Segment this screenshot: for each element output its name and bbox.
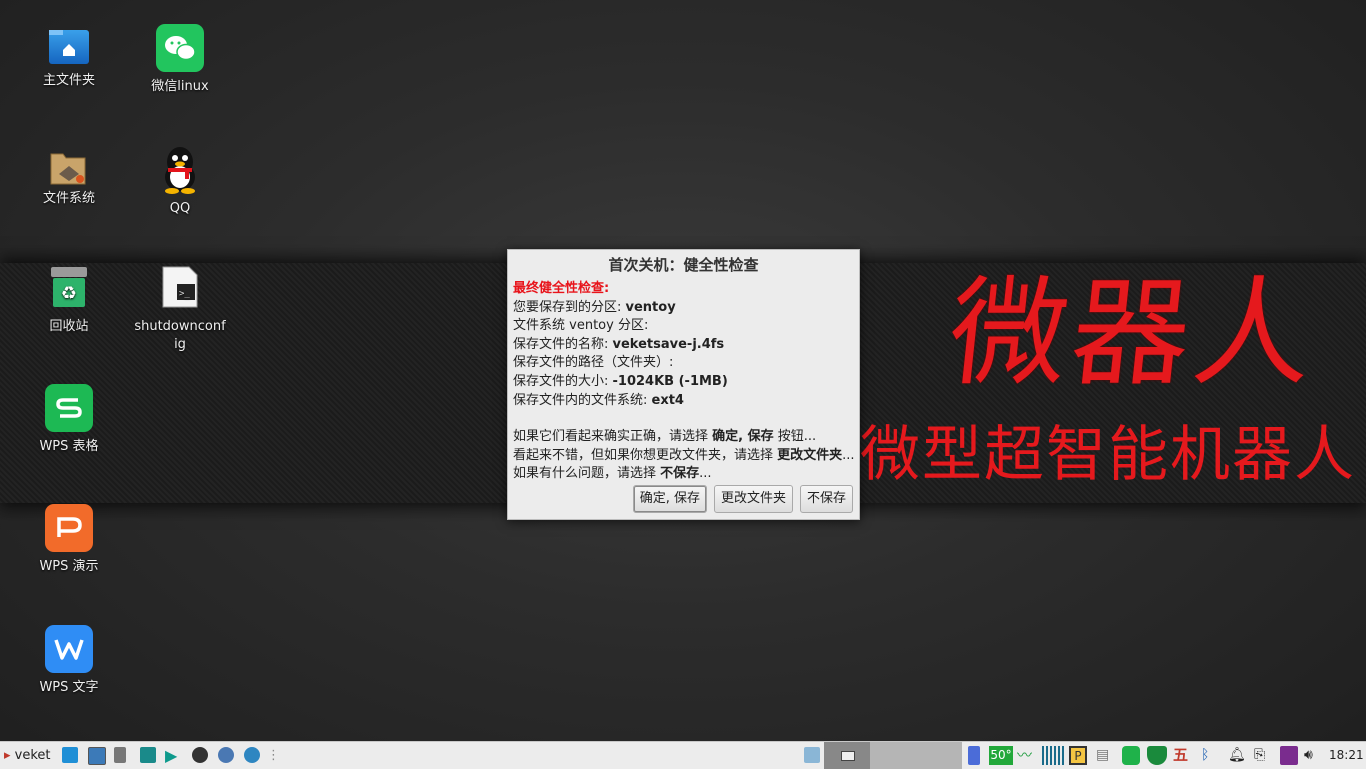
- screenshot-icon[interactable]: [1280, 746, 1298, 765]
- svg-text:♻: ♻: [61, 283, 77, 304]
- hammer-icon[interactable]: [114, 747, 126, 763]
- desktop-icon-wechat[interactable]: 微信linux: [130, 24, 230, 96]
- bluetooth-icon[interactable]: ᛒ: [1201, 746, 1219, 765]
- volume-icon[interactable]: 🔊︎: [1304, 746, 1322, 765]
- home-folder-icon: [49, 30, 89, 64]
- printer-icon[interactable]: ▤: [1096, 746, 1116, 765]
- wallpaper-subtitle: 微型超智能机器人: [860, 420, 1356, 490]
- script-file-icon: >_: [161, 266, 199, 308]
- partition-value: ventoy: [625, 299, 676, 315]
- wallpaper-title: 微器人: [942, 264, 1324, 402]
- menu-arrow-icon: ▸: [4, 748, 11, 763]
- wps-spreadsheet-icon: [45, 384, 93, 432]
- trash-icon: ♻: [50, 266, 88, 308]
- clipboard-icon[interactable]: P: [1069, 746, 1087, 765]
- desktop-pager-2[interactable]: [870, 742, 916, 769]
- clock[interactable]: 18:21: [1329, 745, 1364, 766]
- inner-fs-value: ext4: [651, 392, 684, 408]
- ok-save-button[interactable]: 确定, 保存: [632, 485, 707, 513]
- network-status-icon[interactable]: [804, 747, 820, 763]
- desktop-icon-shutdownconfig[interactable]: >_ shutdownconfig: [130, 266, 230, 354]
- start-menu-label: veket: [14, 748, 51, 763]
- file-manager-icon[interactable]: [140, 747, 156, 763]
- shield-icon[interactable]: [1147, 746, 1167, 765]
- no-save-button[interactable]: 不保存: [799, 485, 853, 513]
- dialog-body: 最终健全性检查: 您要保存到的分区: ventoy 文件系统 ventoy 分区…: [508, 280, 859, 484]
- desktop-icon-wps-writer[interactable]: WPS 文字: [19, 625, 119, 697]
- browser-icon[interactable]: [244, 747, 260, 763]
- taskbar: ▸ veket ▶ ⋮ 50° 〰 P ▤ 五 ᛒ 🔔︎ ⎘ 🔊︎ 18:21: [0, 741, 1366, 769]
- wechat-icon: [156, 24, 204, 72]
- cpu-meter-icon[interactable]: [1042, 746, 1064, 765]
- launcher-more-icon[interactable]: ⋮: [267, 745, 280, 766]
- desktop-icon-wps-sheet[interactable]: WPS 表格: [19, 384, 119, 456]
- hint-change: 看起来不错，但如果你想更改文件夹，请选择 更改文件夹...: [513, 447, 854, 463]
- media-player-icon[interactable]: ▶: [165, 745, 177, 766]
- path-line: 保存文件的路径（文件夹）:: [513, 355, 674, 371]
- desktop-pager-1[interactable]: [824, 742, 870, 769]
- desktop-icon-filesystem[interactable]: 文件系统: [19, 148, 119, 208]
- hint-nosave: 如果有什么问题，请选择 不保存...: [513, 466, 712, 482]
- dialog-title: 首次关机：健全性检查: [608, 256, 759, 274]
- desktop-icon-wps-present[interactable]: WPS 演示: [19, 504, 119, 576]
- clipboard-manager-icon[interactable]: ⎘: [1254, 746, 1270, 765]
- size-line: 保存文件的大小: -1024KB (-1MB): [513, 373, 728, 389]
- start-menu-button[interactable]: ▸ veket: [4, 745, 51, 766]
- hint-ok: 如果它们看起来确实正确，请选择 确定, 保存 按钮...: [513, 429, 817, 445]
- drive-icon[interactable]: [1122, 746, 1140, 765]
- dialog-heading: 最终健全性检查:: [513, 281, 610, 296]
- partition-line: 您要保存到的分区: ventoy: [513, 299, 676, 315]
- desktop-icon-trash[interactable]: ♻ 回收站: [19, 266, 119, 336]
- notification-bell-icon[interactable]: 🔔︎: [1228, 746, 1246, 765]
- wps-writer-icon: [45, 625, 93, 673]
- wps-presentation-icon: [45, 504, 93, 552]
- power-icon[interactable]: [968, 746, 980, 765]
- desktop-icon-home[interactable]: 主文件夹: [19, 28, 119, 90]
- filesystem-icon: [49, 148, 89, 186]
- name-value: veketsave-j.4fs: [612, 336, 725, 352]
- inner-fs-line: 保存文件内的文件系统: ext4: [513, 392, 684, 408]
- wifi-icon[interactable]: 〰: [1017, 746, 1037, 765]
- fs-line: 文件系统 ventoy 分区:: [513, 318, 649, 334]
- name-line: 保存文件的名称: veketsave-j.4fs: [513, 336, 725, 352]
- terminal-icon[interactable]: [192, 747, 208, 763]
- settings-icon[interactable]: [218, 747, 234, 763]
- change-folder-button[interactable]: 更改文件夹: [713, 485, 793, 513]
- desktop-pager-3[interactable]: [916, 742, 962, 769]
- svg-text:>_: >_: [179, 289, 190, 299]
- size-value: -1024KB (-1MB): [612, 373, 728, 389]
- qq-penguin-icon: [158, 144, 202, 194]
- window-thumb: [841, 751, 855, 761]
- monitor-icon[interactable]: [88, 747, 106, 765]
- battery-temp-icon[interactable]: 50°: [989, 746, 1013, 765]
- show-desktop-icon[interactable]: [62, 747, 78, 763]
- input-method-icon[interactable]: 五: [1173, 746, 1193, 765]
- desktop-icon-qq[interactable]: QQ: [130, 144, 230, 218]
- sanity-check-dialog: 首次关机：健全性检查 最终健全性检查: 您要保存到的分区: ventoy 文件系…: [507, 249, 860, 520]
